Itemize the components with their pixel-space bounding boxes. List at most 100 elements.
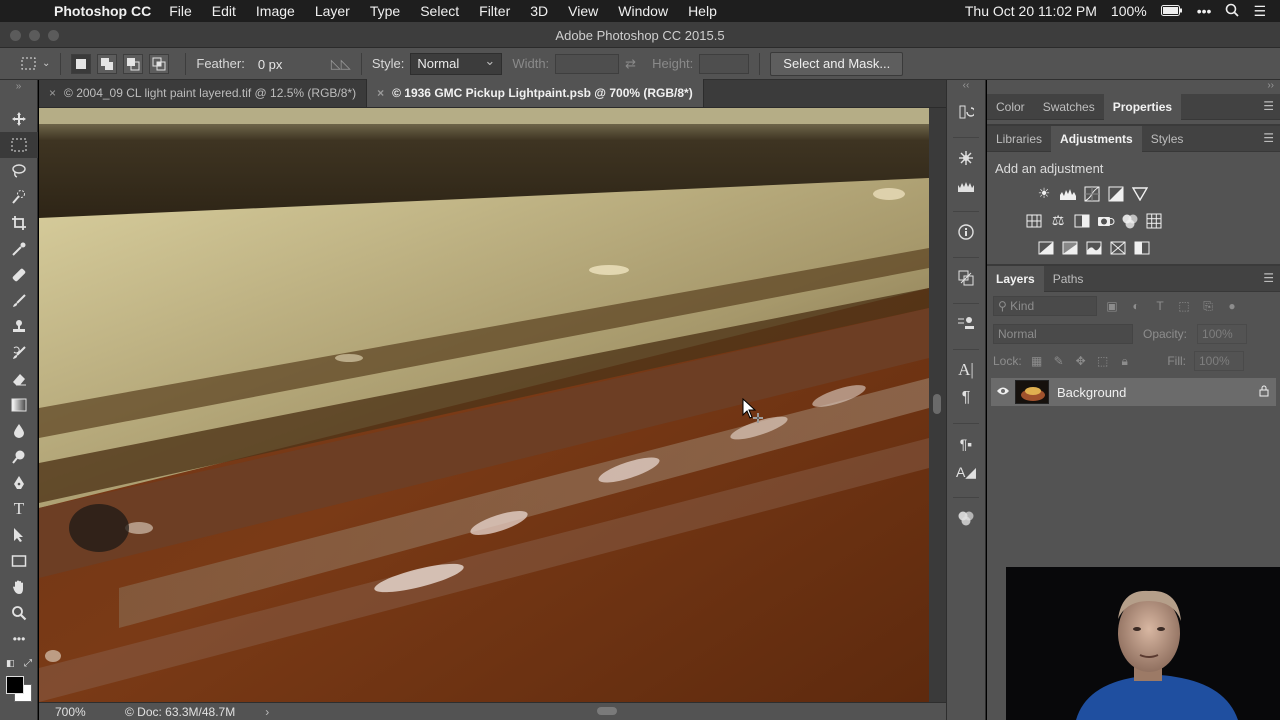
rectangular-marquee-tool-icon[interactable]	[0, 132, 38, 158]
blend-mode-select[interactable]: Normal	[993, 324, 1133, 344]
spotlight-search-icon[interactable]	[1225, 3, 1240, 20]
menu-select[interactable]: Select	[410, 3, 469, 19]
toolbar-collapse-icon[interactable]: »	[0, 80, 37, 106]
panel-menu-icon[interactable]: ☰	[1263, 271, 1274, 285]
rectangle-tool-icon[interactable]	[0, 548, 38, 574]
filter-pixel-layers-icon[interactable]: ▣	[1103, 299, 1121, 313]
invert-icon[interactable]	[1037, 239, 1055, 257]
panel-menu-icon[interactable]: ☰	[1263, 131, 1274, 145]
battery-icon[interactable]	[1160, 3, 1183, 19]
layer-name[interactable]: Background	[1057, 385, 1252, 400]
lock-position-icon[interactable]: ✥	[1074, 354, 1088, 368]
panel-menu-icon[interactable]: ☰	[1263, 99, 1274, 113]
layer-row-background[interactable]: Background	[991, 378, 1276, 406]
lasso-tool-icon[interactable]	[0, 158, 38, 184]
channel-mixer-icon[interactable]	[1121, 212, 1139, 230]
panels-collapse-icon[interactable]: ››	[987, 80, 1280, 94]
menu-type[interactable]: Type	[360, 3, 410, 19]
layer-filter-kind-select[interactable]: ⚲ Kind	[993, 296, 1097, 316]
document-canvas[interactable]	[39, 108, 929, 702]
character-panel-icon[interactable]: A|	[947, 356, 985, 384]
filter-smart-objects-icon[interactable]: ⎘	[1199, 299, 1217, 314]
more-icon[interactable]: •••	[1197, 3, 1212, 19]
menu-image[interactable]: Image	[246, 3, 305, 19]
dock-collapse-icon[interactable]: ‹‹	[947, 80, 985, 98]
photo-filter-icon[interactable]	[1097, 212, 1115, 230]
dodge-tool-icon[interactable]	[0, 444, 38, 470]
feather-input[interactable]: 0 px	[251, 54, 321, 74]
menu-3d[interactable]: 3D	[520, 3, 558, 19]
filter-shape-layers-icon[interactable]: ⬚	[1175, 299, 1193, 313]
foreground-color-swatch[interactable]	[6, 676, 24, 694]
brightness-contrast-icon[interactable]: ☀	[1035, 185, 1053, 203]
lock-all-icon[interactable]: 🔒︎	[1118, 354, 1132, 369]
info-panel-icon[interactable]	[947, 218, 985, 246]
paragraph-panel-icon[interactable]: ¶	[947, 384, 985, 412]
type-tool-icon[interactable]: T	[0, 496, 38, 522]
hue-saturation-icon[interactable]	[1025, 212, 1043, 230]
clock[interactable]: Thu Oct 20 11:02 PM	[965, 3, 1097, 19]
tab-gmc-pickup[interactable]: × © 1936 GMC Pickup Lightpaint.psb @ 700…	[367, 79, 704, 107]
lock-artboard-icon[interactable]: ⬚	[1096, 354, 1110, 368]
add-to-selection-button[interactable]	[97, 53, 118, 74]
notification-center-icon[interactable]: ☰	[1253, 3, 1266, 20]
horizontal-scroll-thumb[interactable]	[597, 707, 617, 715]
fill-input[interactable]: 100%	[1194, 351, 1244, 371]
posterize-icon[interactable]	[1061, 239, 1079, 257]
swap-colors-icon[interactable]: ⤢	[24, 658, 32, 669]
vertical-scrollbar[interactable]	[929, 108, 946, 702]
default-colors-icon[interactable]: ◧	[6, 658, 15, 669]
swap-dimensions-icon[interactable]: ⇄	[625, 56, 636, 72]
paragraph-styles-panel-icon[interactable]: ¶▪	[947, 430, 985, 458]
hand-tool-icon[interactable]	[0, 574, 38, 600]
exposure-icon[interactable]	[1107, 185, 1125, 203]
select-and-mask-button[interactable]: Select and Mask...	[770, 51, 904, 76]
new-selection-button[interactable]	[71, 53, 92, 74]
color-lookup-icon[interactable]	[1145, 212, 1163, 230]
path-selection-tool-icon[interactable]	[0, 522, 38, 548]
history-panel-icon[interactable]	[947, 98, 985, 126]
gradient-tool-icon[interactable]	[0, 392, 38, 418]
height-input[interactable]	[699, 53, 750, 74]
layer-visibility-eye-icon[interactable]	[991, 385, 1015, 399]
brushes-panel-icon[interactable]	[947, 172, 985, 200]
threshold-icon[interactable]	[1085, 239, 1103, 257]
scroll-thumb[interactable]	[933, 394, 941, 414]
menu-view[interactable]: View	[558, 3, 608, 19]
menu-app-name[interactable]: Photoshop CC	[44, 3, 159, 19]
intersect-selection-button[interactable]	[149, 53, 170, 74]
menu-edit[interactable]: Edit	[202, 3, 246, 19]
width-input[interactable]	[555, 53, 620, 74]
edit-toolbar-icon[interactable]: •••	[0, 626, 38, 652]
tab-libraries[interactable]: Libraries	[987, 126, 1051, 152]
eyedropper-tool-icon[interactable]	[0, 236, 38, 262]
move-tool-icon[interactable]	[0, 106, 38, 132]
anti-alias-icon[interactable]: ◺◺	[331, 56, 351, 72]
subtract-from-selection-button[interactable]	[123, 53, 144, 74]
zoom-level[interactable]: 700%	[39, 705, 109, 719]
menu-file[interactable]: File	[159, 3, 202, 19]
layer-lock-icon[interactable]	[1252, 385, 1276, 400]
filter-toggle-icon[interactable]: ●	[1223, 299, 1241, 313]
tool-presets-panel-icon[interactable]	[947, 310, 985, 338]
filter-adjustment-layers-icon[interactable]: ◐	[1127, 299, 1145, 313]
tab-swatches[interactable]: Swatches	[1034, 94, 1104, 120]
quick-selection-tool-icon[interactable]	[0, 184, 38, 210]
gradient-map-icon[interactable]	[1109, 239, 1127, 257]
tab-adjustments[interactable]: Adjustments	[1051, 125, 1142, 152]
battery-status[interactable]: 100%	[1111, 3, 1147, 19]
close-tab-icon[interactable]: ×	[377, 86, 384, 100]
black-white-icon[interactable]	[1073, 212, 1091, 230]
selective-color-icon[interactable]	[1133, 239, 1151, 257]
tab-properties[interactable]: Properties	[1103, 93, 1182, 120]
channels-panel-icon[interactable]	[947, 504, 985, 532]
vibrance-icon[interactable]	[1131, 185, 1149, 203]
eraser-tool-icon[interactable]	[0, 366, 38, 392]
blur-tool-icon[interactable]	[0, 418, 38, 444]
lock-image-pixels-icon[interactable]: ✎	[1052, 354, 1066, 368]
pen-tool-icon[interactable]	[0, 470, 38, 496]
menu-layer[interactable]: Layer	[305, 3, 360, 19]
status-menu-arrow-icon[interactable]: ›	[265, 705, 269, 719]
style-select[interactable]: Normal	[410, 52, 503, 75]
close-tab-icon[interactable]: ×	[49, 86, 56, 100]
